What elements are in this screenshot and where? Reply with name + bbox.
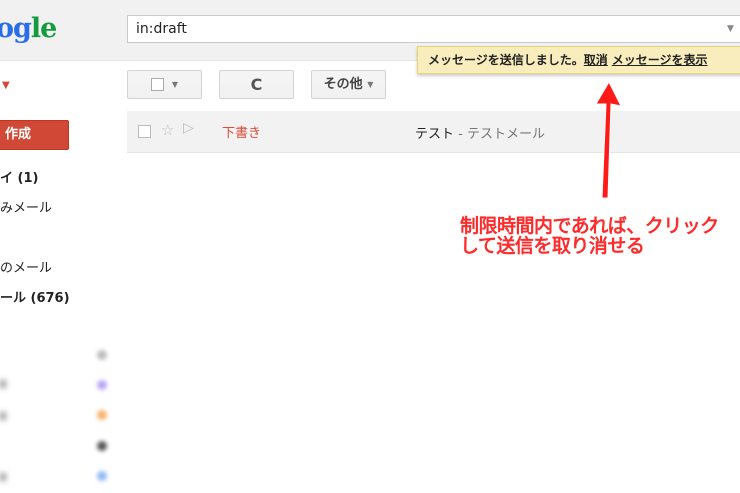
sidebar-item-all-mail[interactable]: のメール (0, 257, 52, 276)
more-button[interactable]: その他 ▼ (311, 70, 386, 99)
compose-button[interactable]: 作成 (0, 120, 69, 150)
chevron-down-icon: ▼ (171, 80, 179, 89)
message-subject: テスト - テストメール (415, 123, 545, 142)
more-label: その他 (323, 77, 363, 92)
checkbox-icon (150, 78, 164, 91)
logo-letter: g (13, 13, 32, 44)
sent-notification: メッセージを送信しました。取消 メッセージを表示 (417, 46, 740, 74)
select-all-button[interactable]: ▼ (127, 70, 202, 99)
label-color-dot (97, 441, 107, 451)
sidebar-item-unread[interactable]: ール (676) (0, 287, 70, 306)
search-input[interactable]: in:draft (127, 15, 740, 43)
snippet-text: - テストメール (454, 127, 545, 142)
label-color-dot (97, 410, 107, 420)
notification-message: メッセージを送信しました。 (428, 53, 584, 67)
sidebar-blurred-label (0, 473, 6, 481)
label-color-dot (97, 380, 107, 390)
undo-send-link[interactable]: 取消 (584, 53, 608, 67)
row-checkbox[interactable] (138, 125, 151, 138)
star-icon[interactable]: ☆ (161, 121, 174, 139)
draft-label: 下書き (222, 126, 262, 141)
annotation-line: 制限時間内であれば、クリック (460, 215, 719, 237)
annotation-text: 制限時間内であれば、クリック して送信を取り消せる (460, 216, 740, 256)
logo-letter: le (30, 13, 57, 44)
logo-letter: o (0, 13, 14, 44)
mail-dropdown-icon[interactable]: ▼ (2, 80, 10, 91)
google-logo[interactable]: ogle (0, 13, 57, 44)
sidebar-blurred-label (0, 380, 6, 388)
annotation-arrow (595, 80, 622, 199)
refresh-icon: C (250, 75, 263, 94)
sidebar-item-sent[interactable]: みメール (0, 197, 52, 216)
sidebar-item-inbox[interactable]: イ (1) (0, 167, 38, 186)
label-color-dot (97, 471, 107, 481)
subject-text: テスト (415, 127, 455, 142)
chevron-down-icon: ▼ (367, 80, 374, 89)
search-options-icon[interactable]: ▼ (727, 24, 734, 34)
table-row[interactable]: ☆ ▷ 下書き テスト - テストメール (127, 111, 740, 153)
refresh-button[interactable]: C (219, 70, 294, 99)
view-message-link[interactable]: メッセージを表示 (612, 53, 708, 67)
annotation-line: して送信を取り消せる (460, 235, 645, 257)
importance-label-icon[interactable]: ▷ (183, 120, 194, 136)
label-color-dot (97, 350, 107, 360)
sidebar-blurred-label (0, 412, 6, 420)
